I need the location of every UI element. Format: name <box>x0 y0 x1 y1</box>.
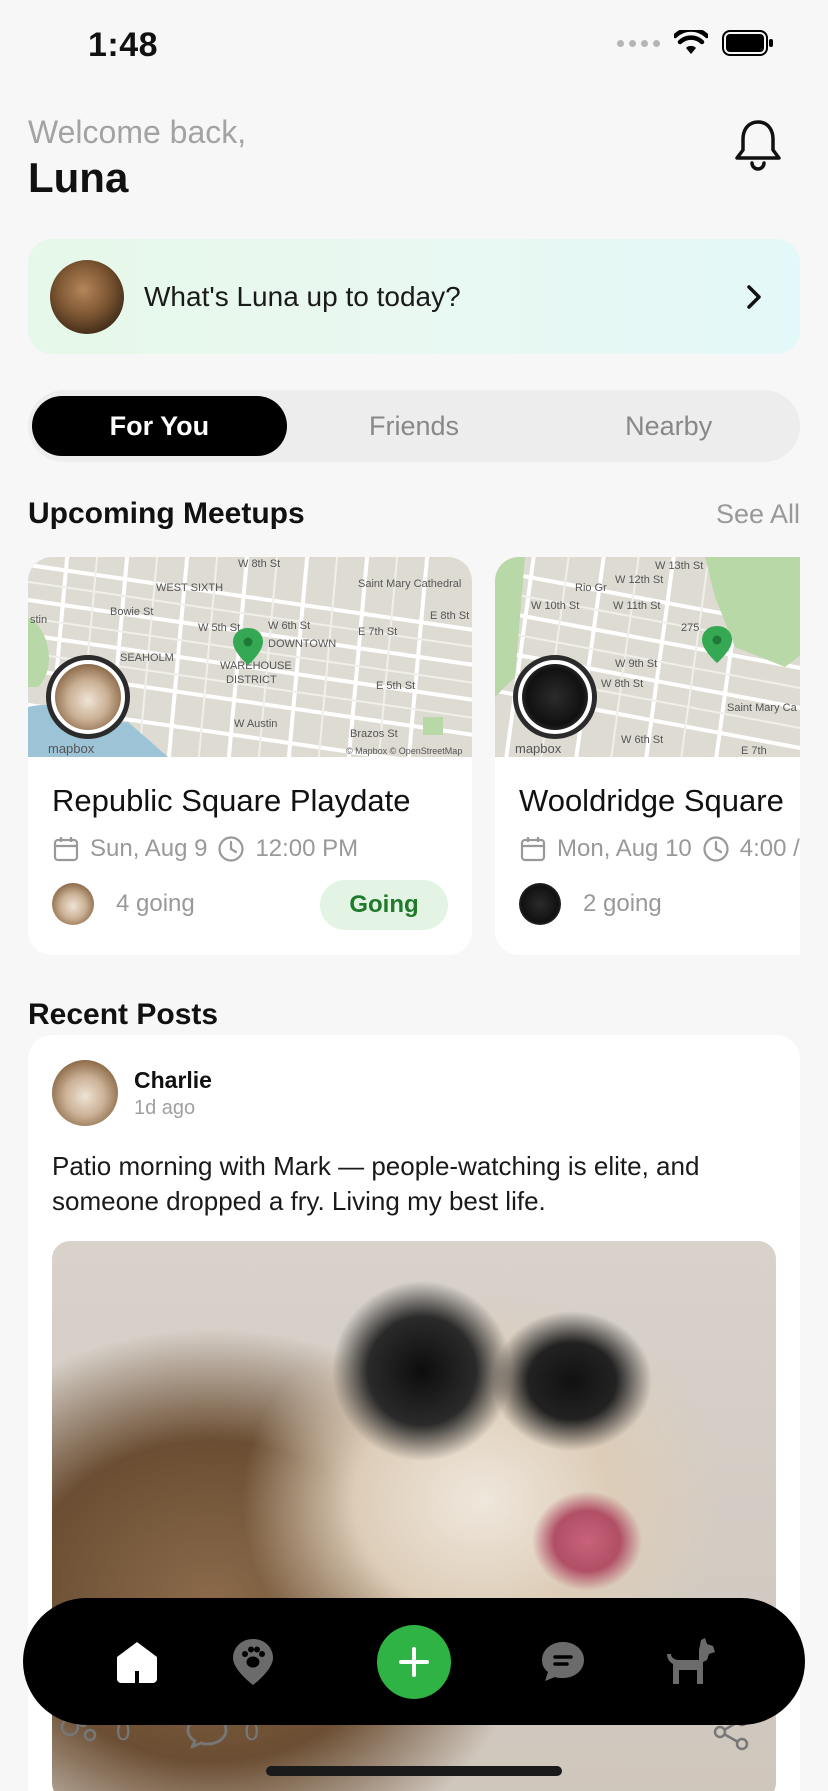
meetup-title: Republic Square Playdate <box>52 783 411 818</box>
map-label: 275 <box>681 622 699 634</box>
status-bar: 1:48 <box>0 0 828 96</box>
tab-friends[interactable]: Friends <box>287 396 542 456</box>
map-label: Saint Mary Ca <box>727 702 798 714</box>
clock-icon <box>218 836 245 862</box>
map-label: W 10th St <box>531 600 579 612</box>
meetup-datetime: Mon, Aug 10 4:00 / <box>519 835 800 863</box>
meetup-date: Mon, Aug 10 <box>557 835 692 862</box>
attendee-avatar <box>52 883 94 925</box>
home-icon <box>117 1642 157 1683</box>
map-label: SEAHOLM <box>120 652 174 664</box>
map-label: Brazos St <box>350 728 398 740</box>
map-label: W 6th St <box>621 734 663 746</box>
welcome-text: Welcome back, <box>28 114 247 150</box>
meetup-carousel[interactable]: WEST SIXTH W 5th St W 6th St E 7th St E … <box>28 557 800 955</box>
map-attribution: © Mapbox © OpenStreetMap <box>346 746 462 756</box>
attendees-row: 4 going <box>52 883 195 925</box>
attendee-avatar <box>519 883 561 925</box>
tab-for-you[interactable]: For You <box>32 396 287 456</box>
recent-posts-title: Recent Posts <box>28 998 219 1031</box>
tab-messages[interactable] <box>527 1626 599 1698</box>
going-count: 2 going <box>583 890 662 917</box>
meetup-host-avatar <box>513 655 597 739</box>
map-label: WEST SIXTH <box>156 582 223 594</box>
map-label: W 8th St <box>601 678 643 690</box>
battery-icon <box>722 30 773 56</box>
wifi-icon <box>674 30 708 54</box>
post-author-avatar[interactable] <box>52 1060 118 1126</box>
meetup-time: 12:00 PM <box>255 835 359 862</box>
status-prompt-banner[interactable]: What's Luna up to today? <box>28 239 800 354</box>
see-all-link[interactable]: See All <box>716 499 800 530</box>
clock-icon <box>703 836 729 862</box>
map-label: E 7th <box>741 745 767 757</box>
meetup-datetime: Sun, Aug 9 12:00 PM <box>52 835 358 863</box>
map-label: E 8th St <box>430 610 469 622</box>
paw-icon <box>233 1639 273 1685</box>
chat-icon <box>542 1642 584 1681</box>
map-label: W 8th St <box>238 558 280 570</box>
map-label: WAREHOUSE <box>220 660 292 672</box>
post-text: Patio morning with Mark — people-watchin… <box>52 1151 700 1216</box>
calendar-icon <box>520 837 546 862</box>
upcoming-meetups-title: Upcoming Meetups <box>28 497 305 530</box>
post-timestamp: 1d ago <box>134 1097 196 1119</box>
dog-icon <box>667 1638 715 1684</box>
going-count: 4 going <box>116 890 195 917</box>
chevron-right-icon <box>747 284 761 309</box>
map-label: W Austin <box>234 718 277 730</box>
meetup-card[interactable]: WEST SIXTH W 5th St W 6th St E 7th St E … <box>28 557 472 955</box>
home-indicator <box>266 1766 562 1776</box>
map-label: W 6th St <box>268 620 310 632</box>
attendees-row: 2 going <box>519 883 662 925</box>
map-label: E 5th St <box>376 680 415 692</box>
map-label: Saint Mary Cathedral <box>358 578 461 590</box>
user-name: Luna <box>28 154 129 201</box>
map-label: W 9th St <box>615 658 657 670</box>
mapbox-logo: mapbox <box>515 741 562 756</box>
meetup-title: Wooldridge Square <box>519 783 784 818</box>
tab-pets[interactable] <box>653 1626 725 1698</box>
map-label: W 11th St <box>613 600 660 612</box>
map-label: Rio Gr <box>575 582 607 594</box>
add-post-button[interactable] <box>377 1625 451 1699</box>
plus-icon <box>399 1647 429 1677</box>
tab-home[interactable] <box>101 1626 173 1698</box>
meetup-card[interactable]: W 12th St W 13th St W 10th St W 11th St … <box>495 557 800 955</box>
feed-tabs: For You Friends Nearby <box>28 390 800 462</box>
going-button[interactable]: Going <box>320 880 448 930</box>
bell-icon[interactable] <box>732 118 784 172</box>
map-label: Bowie St <box>110 606 153 618</box>
map-label: E 7th St <box>358 626 397 638</box>
pet-avatar <box>50 259 124 334</box>
meetup-time: 4:00 / <box>739 835 800 862</box>
map-label: DISTRICT <box>226 674 277 686</box>
meetup-host-avatar <box>46 655 130 739</box>
post-author[interactable]: Charlie <box>134 1067 212 1094</box>
map-label: W 5th St <box>198 622 240 634</box>
meetup-date: Sun, Aug 9 <box>90 835 208 862</box>
status-time: 1:48 <box>88 26 159 64</box>
tab-explore[interactable] <box>217 1626 289 1698</box>
tab-nearby[interactable]: Nearby <box>541 396 796 456</box>
mapbox-logo: mapbox <box>48 741 95 756</box>
map-label: DOWNTOWN <box>268 638 336 650</box>
map-label: stin <box>30 614 47 626</box>
signal-icon <box>617 39 660 47</box>
calendar-icon <box>53 837 79 862</box>
prompt-text: What's Luna up to today? <box>144 280 461 312</box>
bottom-tab-bar <box>23 1598 805 1725</box>
status-icons <box>617 30 774 56</box>
map-label: W 13th St <box>655 560 703 572</box>
map-label: W 12th St <box>615 574 663 586</box>
